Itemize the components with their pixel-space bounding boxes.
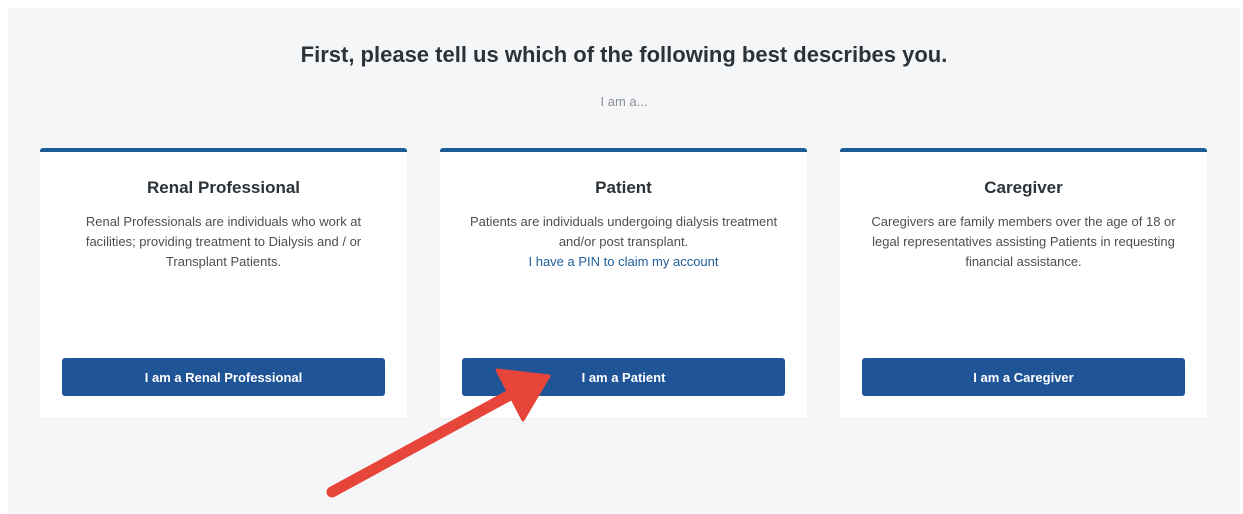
- card-title: Patient: [595, 178, 652, 197]
- card-caregiver: Caregiver Caregivers are family members …: [840, 148, 1207, 418]
- renal-professional-button[interactable]: I am a Renal Professional: [62, 358, 385, 396]
- role-selection-page: First, please tell us which of the follo…: [8, 8, 1240, 514]
- claim-account-pin-link[interactable]: I have a PIN to claim my account: [465, 252, 782, 272]
- page-subtitle: I am a...: [600, 94, 648, 109]
- card-description-text: Caregivers are family members over the a…: [871, 214, 1176, 269]
- card-description: Renal Professionals are individuals who …: [65, 212, 382, 272]
- card-description: Caregivers are family members over the a…: [865, 212, 1182, 272]
- card-renal-professional: Renal Professional Renal Professionals a…: [40, 148, 407, 418]
- card-description-text: Renal Professionals are individuals who …: [85, 214, 362, 269]
- patient-button[interactable]: I am a Patient: [462, 358, 785, 396]
- card-title: Renal Professional: [146, 178, 301, 197]
- card-title: Caregiver: [984, 178, 1063, 197]
- page-title: First, please tell us which of the follo…: [300, 42, 948, 67]
- card-description-text: Patients are individuals undergoing dial…: [469, 214, 778, 249]
- card-patient: Patient Patients are individuals undergo…: [440, 148, 807, 418]
- card-description: Patients are individuals undergoing dial…: [465, 212, 782, 272]
- caregiver-button[interactable]: I am a Caregiver: [862, 358, 1185, 396]
